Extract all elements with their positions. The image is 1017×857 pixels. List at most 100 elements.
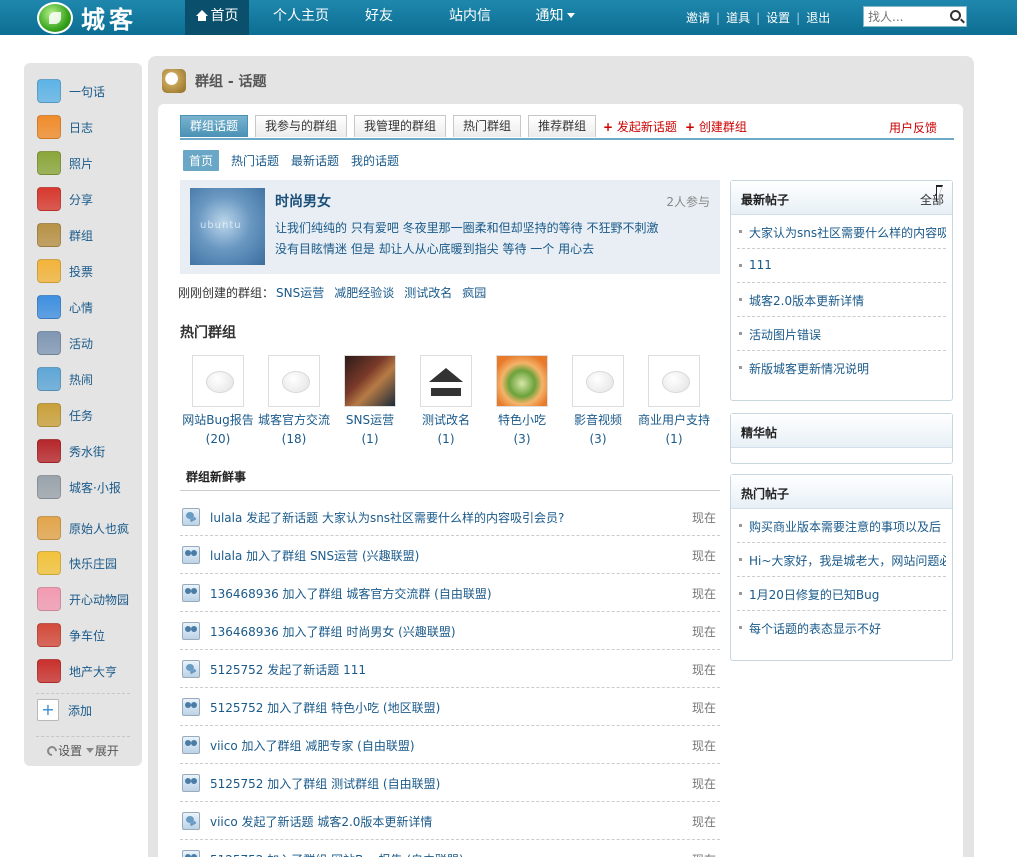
post-title[interactable]: 每个话题的表态显示不好 <box>749 620 881 637</box>
sidebar-item[interactable]: 一句话 <box>37 78 105 104</box>
logo[interactable]: 城客 <box>37 0 137 35</box>
sidebar-item[interactable]: 地产大亨 <box>37 658 117 684</box>
tab-my-groups[interactable]: 我参与的群组 <box>255 115 348 137</box>
feed-text[interactable]: 5125752 加入了群组 特色小吃 (地区联盟) <box>210 699 440 716</box>
sidebar-item[interactable]: 快乐庄园 <box>37 550 117 576</box>
recent-group-link[interactable]: 减肥经验谈 <box>334 284 394 301</box>
post-title[interactable]: 1月20日修复的已知Bug <box>749 586 879 603</box>
props-link[interactable]: 道具 <box>726 9 750 26</box>
post-link-item[interactable]: 新版城客更新情况说明 <box>737 351 946 385</box>
nav-home-label: 首页 <box>210 8 239 24</box>
sidebar-item[interactable]: 投票 <box>37 258 93 284</box>
post-link-item[interactable]: 购买商业版本需要注意的事项以及后 <box>737 509 946 543</box>
nav-notifications[interactable]: 通知 <box>525 0 585 35</box>
sidebar-item[interactable]: 照片 <box>37 150 93 176</box>
feed-text[interactable]: lulala 发起了新话题 大家认为sns社区需要什么样的内容吸引会员? <box>210 509 564 526</box>
sidebar-settings[interactable]: 设置 <box>44 743 82 759</box>
group-name[interactable]: 商业用户支持 <box>636 411 712 428</box>
hot-group-card[interactable]: 城客官方交流 (18) <box>256 355 332 446</box>
recent-group-link[interactable]: SNS运营 <box>276 284 324 301</box>
post-link-item[interactable]: Hi~大家好，我是城老大，网站问题必 <box>737 543 946 577</box>
subtab-hot-topics[interactable]: 热门话题 <box>231 152 279 169</box>
sidebar-item[interactable]: 秀水街 <box>37 438 105 464</box>
sidebar-item[interactable]: 任务 <box>37 402 93 428</box>
tab-hot-groups[interactable]: 热门群组 <box>453 115 522 137</box>
group-name[interactable]: 城客官方交流 <box>256 411 332 428</box>
sidebar-item[interactable]: 城客·小报 <box>37 474 121 500</box>
feed-text[interactable]: lulala 加入了群组 SNS运营 (兴趣联盟) <box>210 547 419 564</box>
nav-home[interactable]: 首页 <box>185 0 249 35</box>
sidebar-item[interactable]: 开心动物园 <box>37 586 129 612</box>
post-link-item[interactable]: 111 <box>737 249 946 283</box>
invite-link[interactable]: 邀请 <box>686 9 710 26</box>
tab-managed-groups[interactable]: 我管理的群组 <box>354 115 447 137</box>
post-title[interactable]: 新版城客更新情况说明 <box>749 360 869 377</box>
hot-group-card[interactable]: SNS运营 (1) <box>332 355 408 446</box>
sidebar-item[interactable]: 原始人也疯 <box>37 515 129 541</box>
logout-link[interactable]: 退出 <box>806 9 830 26</box>
hot-group-card[interactable]: 测试改名 (1) <box>408 355 484 446</box>
sidebar-add[interactable]: + 添加 <box>37 697 92 723</box>
post-link-item[interactable]: 每个话题的表态显示不好 <box>737 611 946 645</box>
feed-text[interactable]: 136468936 加入了群组 城客官方交流群 (自由联盟) <box>210 585 492 602</box>
post-title[interactable]: 城客2.0版本更新详情 <box>749 292 864 309</box>
featured-group-title[interactable]: 时尚男女 <box>275 191 331 211</box>
feed-text[interactable]: viico 发起了新话题 城客2.0版本更新详情 <box>210 813 432 830</box>
post-title[interactable]: 购买商业版本需要注意的事项以及后 <box>749 518 941 535</box>
group-thumbnail[interactable] <box>344 355 396 407</box>
feed-text[interactable]: 5125752 加入了群组 网站Bug报告 (自由联盟) <box>210 851 464 857</box>
tab-recommended-groups[interactable]: 推荐群组 <box>528 115 597 137</box>
tab-group-topics[interactable]: 群组话题 <box>180 115 249 137</box>
sidebar-item[interactable]: 群组 <box>37 222 93 248</box>
new-topic-button[interactable]: + 发起新话题 <box>603 118 677 135</box>
post-title[interactable]: 活动图片错误 <box>749 326 821 343</box>
search-icon[interactable] <box>950 10 961 21</box>
post-link-item[interactable]: 活动图片错误 <box>737 317 946 351</box>
featured-group-thumbnail[interactable]: ubuntu <box>190 188 265 265</box>
sidebar-item[interactable]: 分享 <box>37 186 93 212</box>
recent-group-link[interactable]: 测试改名 <box>404 284 452 301</box>
hot-group-card[interactable]: 网站Bug报告 (20) <box>180 355 256 446</box>
nav-friends[interactable]: 好友 <box>351 0 407 35</box>
recent-group-link[interactable]: 疯园 <box>462 284 486 301</box>
subtab-my-topics[interactable]: 我的话题 <box>351 152 399 169</box>
feed-text[interactable]: 5125752 发起了新话题 111 <box>210 661 366 678</box>
sidebar-item[interactable]: 活动 <box>37 330 93 356</box>
create-group-button[interactable]: + 创建群组 <box>685 118 747 135</box>
group-thumbnail[interactable] <box>268 355 320 407</box>
post-title[interactable]: 大家认为sns社区需要什么样的内容吸 <box>749 224 946 241</box>
sidebar-expand[interactable]: 展开 <box>85 744 119 758</box>
group-name[interactable]: 特色小吃 <box>484 411 560 428</box>
post-link-item[interactable]: 大家认为sns社区需要什么样的内容吸 <box>737 215 946 249</box>
subtab-latest-topics[interactable]: 最新话题 <box>291 152 339 169</box>
feed-text[interactable]: viico 加入了群组 减肥专家 (自由联盟) <box>210 737 415 754</box>
sidebar-item[interactable]: 日志 <box>37 114 93 140</box>
feed-text[interactable]: 5125752 加入了群组 测试群组 (自由联盟) <box>210 775 440 792</box>
group-thumbnail[interactable] <box>648 355 700 407</box>
group-name[interactable]: 影音视频 <box>560 411 636 428</box>
subtab-home[interactable]: 首页 <box>183 150 220 171</box>
post-link-item[interactable]: 1月20日修复的已知Bug <box>737 577 946 611</box>
hot-group-card[interactable]: 影音视频 (3) <box>560 355 636 446</box>
post-title[interactable]: Hi~大家好，我是城老大，网站问题必 <box>749 552 946 569</box>
nav-messages[interactable]: 站内信 <box>435 0 505 35</box>
group-name[interactable]: SNS运营 <box>332 411 408 428</box>
nav-profile[interactable]: 个人主页 <box>257 0 345 35</box>
sidebar-item[interactable]: 心情 <box>37 294 93 320</box>
group-thumbnail[interactable] <box>420 355 472 407</box>
group-thumbnail[interactable] <box>572 355 624 407</box>
hot-group-card[interactable]: 商业用户支持 (1) <box>636 355 712 446</box>
post-title[interactable]: 111 <box>749 258 772 272</box>
group-name[interactable]: 网站Bug报告 <box>180 411 256 428</box>
sidebar-item[interactable]: 争车位 <box>37 622 105 648</box>
feed-text[interactable]: 136468936 加入了群组 时尚男女 (兴趣联盟) <box>210 623 456 640</box>
search-input[interactable] <box>864 7 944 26</box>
group-thumbnail[interactable] <box>192 355 244 407</box>
post-link-item[interactable]: 城客2.0版本更新详情 <box>737 283 946 317</box>
group-thumbnail[interactable] <box>496 355 548 407</box>
settings-link[interactable]: 设置 <box>766 9 790 26</box>
feedback-link[interactable]: 用户反馈 <box>889 119 937 136</box>
group-name[interactable]: 测试改名 <box>408 411 484 428</box>
sidebar-item[interactable]: 热闹 <box>37 366 93 392</box>
hot-group-card[interactable]: 特色小吃 (3) <box>484 355 560 446</box>
